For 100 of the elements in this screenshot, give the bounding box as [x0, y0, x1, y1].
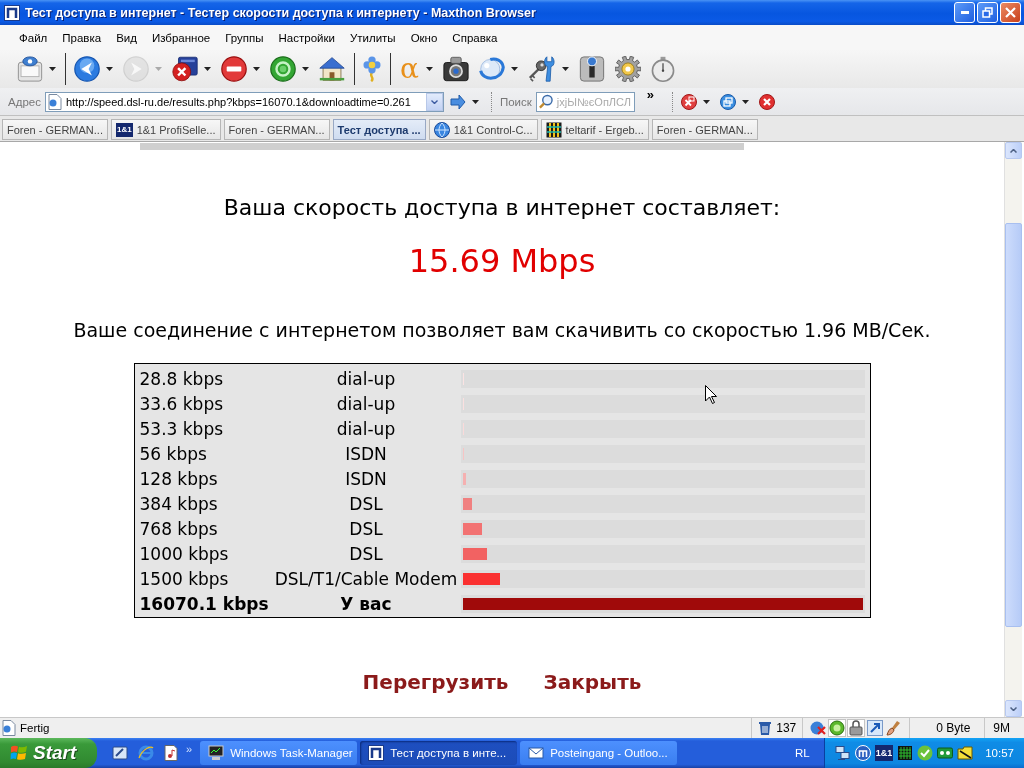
speed-cell-text: 128 kbps: [139, 467, 219, 491]
taskbar-button[interactable]: Posteingang - Outloo...: [520, 741, 678, 765]
monitor-icon: [208, 745, 225, 761]
dropdown-caret-icon[interactable]: [510, 67, 518, 71]
blocked-globe-icon[interactable]: [809, 719, 828, 737]
dropdown-caret-icon[interactable]: [703, 99, 711, 104]
taskbar-button[interactable]: Windows Task-Manager: [200, 741, 358, 765]
dropdown-caret-icon[interactable]: [742, 99, 750, 104]
windows-logo-icon: [10, 744, 28, 762]
device-icon[interactable]: [937, 747, 954, 759]
chevron-down-icon: [430, 99, 438, 104]
dropdown-caret-icon[interactable]: [561, 67, 569, 71]
menu-item[interactable]: Правка: [55, 29, 109, 46]
camera-icon[interactable]: [442, 56, 469, 82]
check-icon[interactable]: [917, 745, 934, 761]
tab[interactable]: Foren - GERMAN...: [651, 119, 758, 140]
go-icon[interactable]: [449, 93, 466, 110]
ring-icon[interactable]: [828, 719, 847, 737]
logo-badge[interactable]: 1&1: [874, 745, 894, 761]
scrollbar-thumb[interactable]: [1005, 223, 1022, 627]
menu-item[interactable]: Окно: [403, 29, 445, 46]
dropdown-caret-icon[interactable]: [204, 67, 211, 71]
lock-icon[interactable]: [847, 719, 866, 737]
trash-count: 137: [776, 721, 797, 735]
search-label: Поиск: [499, 95, 532, 108]
window-close-icon[interactable]: [172, 56, 198, 82]
connection-type-cell-text: У вас: [339, 592, 393, 616]
menu-item[interactable]: Избранное: [144, 29, 218, 46]
reload-button[interactable]: Перегрузить: [362, 670, 509, 694]
stopwatch-icon[interactable]: [650, 56, 675, 82]
window-close-button[interactable]: [1000, 2, 1021, 23]
quick-launch-overflow-button[interactable]: »: [182, 743, 197, 755]
connection-type-cell-text: DSL: [348, 542, 384, 566]
tab[interactable]: teltarif - Ergeb...: [540, 119, 649, 140]
trash-icon: [758, 720, 773, 736]
desktop-icon[interactable]: [112, 745, 128, 761]
dropdown-caret-icon[interactable]: [253, 67, 260, 71]
menu-item[interactable]: Утилиты: [342, 29, 403, 46]
swirl-icon[interactable]: [478, 56, 505, 82]
network-icon[interactable]: [834, 745, 851, 761]
search-icon: [538, 94, 553, 109]
memory-usage: 9M: [993, 721, 1010, 735]
speed-cell-text: 56 kbps: [139, 442, 208, 466]
status-text: Fertig: [20, 722, 51, 734]
language-indicator[interactable]: RL: [795, 747, 810, 759]
dropdown-caret-icon[interactable]: [425, 67, 433, 71]
start-button[interactable]: Start: [0, 738, 97, 768]
tab[interactable]: 1&1 1&1 ProfiSelle...: [110, 119, 221, 140]
address-dropdown-button[interactable]: [425, 92, 443, 111]
scroll-up-button[interactable]: [1005, 142, 1022, 159]
home-icon[interactable]: [319, 56, 345, 82]
close-button[interactable]: Закрыть: [543, 670, 642, 694]
dropdown-caret-icon[interactable]: [106, 67, 113, 71]
page-icon: [2, 720, 16, 736]
scroll-down-button[interactable]: [1005, 700, 1022, 717]
logo-badge: 1&1: [115, 122, 133, 137]
menu-item[interactable]: Справка: [445, 29, 505, 46]
app-icon: [368, 745, 385, 761]
tab[interactable]: 1&1 Control-C...: [428, 119, 538, 140]
speed-value: 15.69 Mbps: [408, 242, 596, 280]
stop-icon[interactable]: [221, 56, 247, 82]
close-icon[interactable]: [759, 93, 776, 110]
connection-type-cell-text: dial-up: [335, 417, 397, 441]
minimize-button[interactable]: [954, 2, 975, 23]
menu-item[interactable]: Группы: [218, 29, 271, 46]
menu-item[interactable]: Файл: [12, 29, 55, 46]
flower-icon[interactable]: [363, 56, 381, 82]
address-field[interactable]: http://speed.dsl-ru.de/results.php?kbps=16070.1&downloadtime=0.261: [44, 91, 444, 112]
x-window-icon[interactable]: [681, 93, 698, 110]
connection-type-cell-text: DSL: [348, 517, 384, 541]
dropdown-caret-icon[interactable]: [471, 99, 479, 104]
dropdown-caret-icon[interactable]: [49, 67, 56, 71]
speed-cell-text: 16070.1 kbps: [139, 592, 270, 616]
tab[interactable]: Foren - GERMAN...: [2, 119, 108, 140]
menu-item[interactable]: Вид: [109, 29, 144, 46]
menu-item[interactable]: Настройки: [271, 29, 342, 46]
speed-cell-text: 384 kbps: [139, 492, 219, 516]
window-stack-icon[interactable]: [720, 93, 737, 110]
taskbar-button[interactable]: Тест доступа в инте...: [360, 741, 518, 765]
grid-icon[interactable]: [897, 745, 914, 761]
app-icon[interactable]: [854, 745, 871, 761]
monitor-icon[interactable]: [17, 56, 43, 82]
speed-cell-text: 33.6 kbps: [139, 392, 225, 416]
page-icon: [47, 93, 62, 110]
info-icon[interactable]: [578, 56, 605, 82]
address-label: Адрес: [8, 95, 41, 108]
connection-type-cell-text: ISDN: [344, 467, 388, 491]
back-icon[interactable]: [74, 56, 100, 82]
window-title: Тест доступа в интернет - Тестер скорости доступа к интернету - Maxthon Browser: [25, 5, 537, 20]
tab[interactable]: Тест доступа ...: [332, 119, 426, 140]
dropdown-caret-icon[interactable]: [302, 67, 309, 71]
restore-button[interactable]: [977, 2, 998, 23]
tools-icon[interactable]: [527, 56, 556, 82]
media-icon[interactable]: [164, 745, 178, 761]
settings-icon[interactable]: [614, 56, 641, 82]
refresh-icon[interactable]: [270, 56, 296, 82]
tab[interactable]: Foren - GERMAN...: [223, 119, 330, 140]
browser-icon[interactable]: [138, 745, 154, 761]
folder-icon[interactable]: [957, 746, 974, 760]
overflow-button[interactable]: »: [640, 89, 661, 101]
